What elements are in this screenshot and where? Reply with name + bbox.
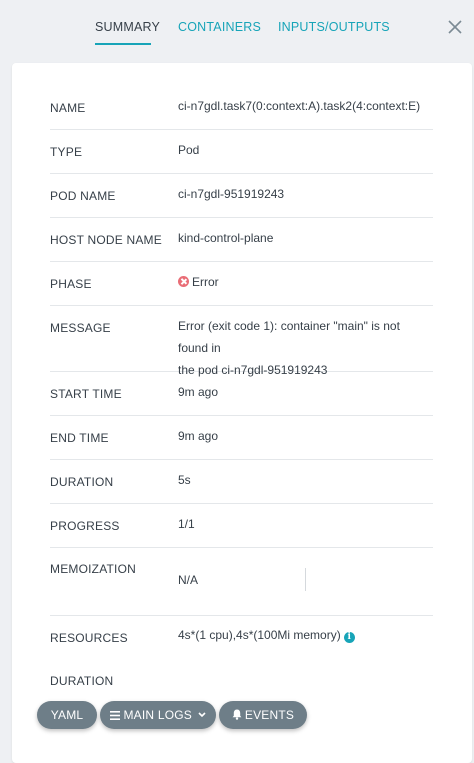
row-value: ci-n7gdl.task7(0:context:A).task2(4:cont… <box>178 99 421 113</box>
phase-status: Error <box>192 275 219 289</box>
row-value: 1/1 <box>178 517 195 531</box>
row-key: PHASE <box>50 277 92 291</box>
row-value: kind-control-plane <box>178 231 274 245</box>
row-key: END TIME <box>50 431 109 445</box>
row-memoization: MEMOIZATION N/A <box>50 548 433 616</box>
row-host-node-name: HOST NODE NAME kind-control-plane <box>50 218 433 262</box>
row-progress: PROGRESS 1/1 <box>50 504 433 548</box>
row-key: MESSAGE <box>50 321 111 335</box>
row-type: TYPE Pod <box>50 130 433 174</box>
yaml-button-label: YAML <box>50 708 84 722</box>
row-value: 9m ago <box>178 429 219 443</box>
divider <box>305 568 306 591</box>
row-end-time: END TIME 9m ago <box>50 416 433 460</box>
resources-value: 4s*(1 cpu),4s*(100Mi memory) <box>178 628 341 642</box>
row-value: N/A <box>178 573 199 587</box>
row-key: NAME <box>50 101 86 115</box>
row-key: START TIME <box>50 387 122 401</box>
yaml-button[interactable]: YAML <box>37 701 97 729</box>
row-key: MEMOIZATION <box>50 562 136 576</box>
row-resources-duration: DURATION <box>50 660 433 700</box>
row-phase: PHASE Error <box>50 262 433 306</box>
row-message: MESSAGE Error (exit code 1): container "… <box>50 306 433 377</box>
row-key: TYPE <box>50 145 83 159</box>
chevron-down-icon <box>196 708 206 722</box>
main-logs-button-label: MAIN LOGS <box>123 708 192 722</box>
row-key: RESOURCES <box>50 631 128 645</box>
row-duration: DURATION 5s <box>50 460 433 504</box>
events-button[interactable]: EVENTS <box>219 701 307 729</box>
tab-inputs-outputs[interactable]: INPUTS/OUTPUTS <box>278 20 390 34</box>
row-name: NAME ci-n7gdl.task7(0:context:A).task2(4… <box>50 86 433 130</box>
row-value: ci-n7gdl-951919243 <box>178 187 285 201</box>
row-value: 9m ago <box>178 385 219 399</box>
row-value: 4s*(1 cpu),4s*(100Mi memory) i <box>178 624 430 646</box>
row-pod-name: POD NAME ci-n7gdl-951919243 <box>50 174 433 218</box>
events-button-label: EVENTS <box>244 708 295 722</box>
row-key: HOST NODE NAME <box>50 233 162 247</box>
row-resources: RESOURCES 4s*(1 cpu),4s*(100Mi memory) i <box>50 616 433 660</box>
close-icon[interactable] <box>444 16 466 38</box>
active-tab-indicator <box>95 43 151 45</box>
tab-bar: SUMMARY CONTAINERS INPUTS/OUTPUTS <box>0 0 474 50</box>
tab-containers[interactable]: CONTAINERS <box>178 20 261 34</box>
row-key: DURATION <box>50 475 114 489</box>
message-line-1: Error (exit code 1): container "main" is… <box>178 319 400 355</box>
info-icon[interactable]: i <box>343 632 355 643</box>
row-key: DURATION <box>50 674 114 688</box>
main-logs-button[interactable]: MAIN LOGS <box>100 701 216 729</box>
tab-summary[interactable]: SUMMARY <box>95 20 160 34</box>
row-value: Error <box>178 271 430 293</box>
row-value: 5s <box>178 473 191 487</box>
error-circle-icon <box>178 276 189 287</box>
row-key: PROGRESS <box>50 519 120 533</box>
row-value: Pod <box>178 143 200 157</box>
row-start-time: START TIME 9m ago <box>50 372 433 416</box>
menu-lines-icon <box>110 701 121 729</box>
bell-icon <box>232 701 242 729</box>
row-key: POD NAME <box>50 189 116 203</box>
